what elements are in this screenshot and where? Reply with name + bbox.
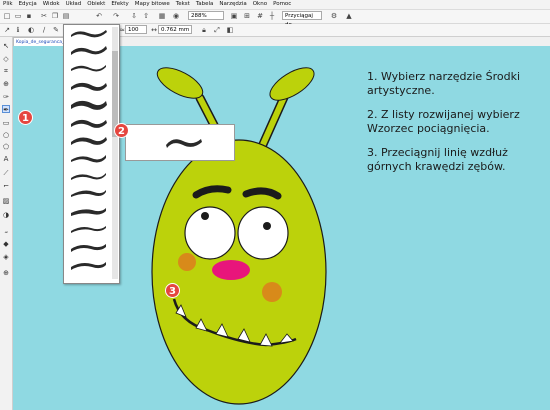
stroke-size-field[interactable]: 100 [125,25,147,34]
options-icon[interactable]: ⚙ [330,12,338,20]
eyedropper-icon[interactable]: ⟓ [2,227,10,235]
sprayer-icon[interactable]: ◐ [27,26,35,34]
guidelines-icon[interactable]: ┼ [268,12,276,20]
scale-icon[interactable]: ⤢ [213,26,221,34]
new-icon[interactable]: □ [3,12,11,20]
color-icon[interactable]: ▲ [345,12,353,20]
menu-window[interactable]: Okno [250,0,270,9]
ellipse-tool-icon[interactable]: ○ [2,131,10,139]
drop-shadow-icon[interactable]: ▨ [2,197,10,205]
menu-file[interactable]: Plik [0,0,16,9]
stroke-preset-list [71,30,107,270]
freehand-icon[interactable]: ✑ [2,93,10,101]
cut-icon[interactable]: ✂ [40,12,48,20]
crop-tool-icon[interactable]: ⌗ [2,67,10,75]
menu-tools[interactable]: Narzędzia [216,0,249,9]
width-icon: ↔ [151,26,157,34]
stroke-preview-box [125,124,235,161]
open-icon[interactable]: ▭ [14,12,22,20]
smart-fill-icon[interactable]: ◈ [2,253,10,261]
full-screen-icon[interactable]: ▣ [230,12,238,20]
fill-tool-icon[interactable]: ◆ [2,240,10,248]
lock-icon[interactable]: 🔒︎ [200,26,208,34]
rectangle-tool-icon[interactable]: ▭ [2,119,10,127]
step-badge-3: 3 [165,283,180,298]
toolbox: ↖ ◇ ⌗ ⊕ ✑ ✒ ▭ ○ ⬠ A ⟋ ⌐ ▨ ◑ ⟓ ◆ ◈ ⊕ [0,37,13,410]
export-icon[interactable]: ⇧ [142,12,150,20]
transparency-icon[interactable]: ◑ [2,211,10,219]
menu-view[interactable]: Widok [40,0,63,9]
step-badge-2: 2 [114,123,129,138]
pick-tool-icon[interactable]: ↖ [2,42,10,50]
calligraphic-icon[interactable]: ∕ [40,26,48,34]
instruction-step-1: 1. Wybierz narzędzie Środki artystyczne. [367,70,521,97]
zoom-tool-icon[interactable]: ⊕ [2,80,10,88]
artistic-media-tool-icon[interactable]: ✒ [2,105,10,114]
menu-object[interactable]: Obiekt [84,0,108,9]
undo-icon[interactable]: ↶ [95,12,103,20]
show-grid-icon[interactable]: # [256,12,264,20]
instruction-step-3: 3. Przeciągnij linię wzdłuż górnych kraw… [367,146,508,173]
text-tool-icon[interactable]: A [2,155,10,163]
preset-icon[interactable]: ↗ [3,26,11,34]
copy-icon[interactable]: ❐ [51,12,59,20]
dropdown-scrollbar[interactable] [112,27,118,279]
menu-text[interactable]: Tekst [173,0,193,9]
menu-effects[interactable]: Efekty [108,0,131,9]
stroke-width-field[interactable]: 0.762 mm [158,25,192,34]
snap-to-dropdown[interactable]: Przyciągaj do [282,11,322,28]
pressure-icon[interactable]: ✎ [52,26,60,34]
menu-bar: Plik Edycja Widok Układ Obiekt Efekty Mapy bit… [0,0,550,10]
save-icon[interactable]: ▪ [25,12,33,20]
zoom-level-dropdown[interactable]: 288% [188,11,224,20]
import-icon[interactable]: ⇩ [130,12,138,20]
paste-icon[interactable]: ▤ [62,12,70,20]
menu-edit[interactable]: Edycja [16,0,40,9]
launcher-icon[interactable]: ◉ [172,12,180,20]
standard-toolbar: □ ▭ ▪ ✂ ❐ ▤ ↶ ↷ ⇩ ⇧ ▦ ◉ 288% ▣ ⊞ # ┼ Prz… [0,10,550,28]
menu-table[interactable]: Tabela [193,0,217,9]
instructions-panel: 1. Wybierz narzędzie Środki artystyczne.… [367,70,542,184]
polygon-tool-icon[interactable]: ⬠ [2,143,10,151]
fill-enclosed-icon[interactable]: ◧ [226,26,234,34]
show-rulers-icon[interactable]: ⊞ [243,12,251,20]
step-badge-1: 1 [18,110,33,125]
menu-layout[interactable]: Układ [63,0,85,9]
shape-tool-icon[interactable]: ◇ [2,55,10,63]
stroke-preview-graphic [166,139,202,148]
parallel-dimension-icon[interactable]: ⟋ [2,169,10,177]
print-icon[interactable]: ▦ [158,12,166,20]
connector-tool-icon[interactable]: ⌐ [2,182,10,190]
add-tool-icon[interactable]: ⊕ [2,269,10,277]
redo-icon[interactable]: ↷ [112,12,120,20]
stroke-preset-dropdown[interactable] [63,24,120,284]
document-tab[interactable]: Kopia_de_seguranca_c [13,37,65,46]
menu-bitmaps[interactable]: Mapy bitowe [132,0,173,9]
brush-icon[interactable]: ℹ [14,26,22,34]
instruction-step-2: 2. Z listy rozwijanej wybierz Wzorzec po… [367,108,520,135]
menu-help[interactable]: Pomoc [270,0,294,9]
